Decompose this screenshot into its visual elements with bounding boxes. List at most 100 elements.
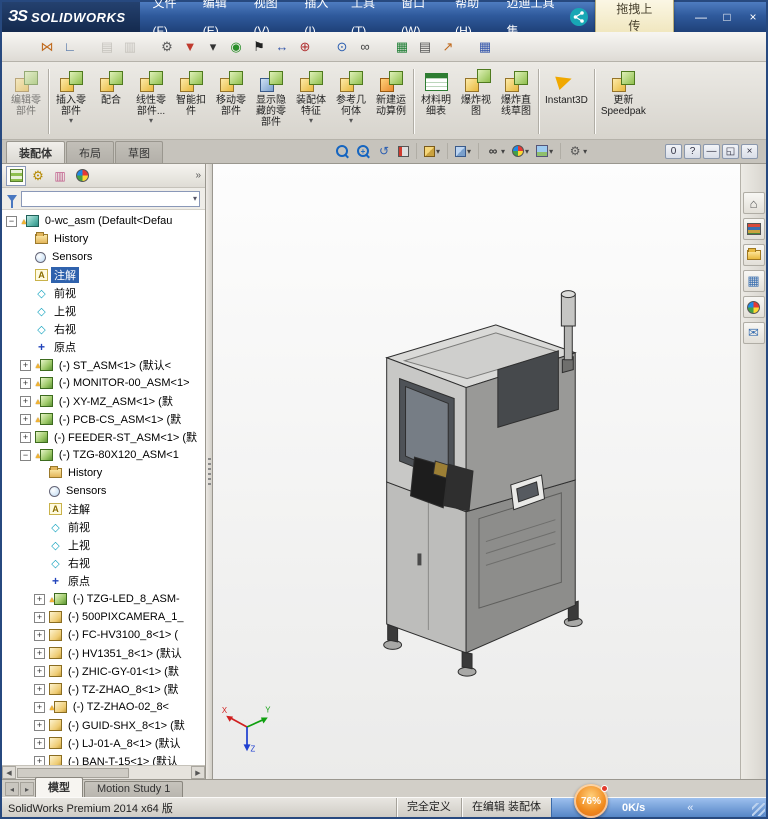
panel-header-more-chevron[interactable]: » <box>195 170 201 181</box>
display-style-icon[interactable]: ▾ <box>452 141 474 161</box>
tree-item[interactable]: + (-) GUID-SHX_8<1> (默 <box>2 716 205 734</box>
panel-splitter[interactable] <box>206 164 213 779</box>
custom-properties-icon[interactable]: ✉ <box>742 322 765 344</box>
tree-expand-toggle[interactable]: + <box>34 719 45 731</box>
view-palette-icon[interactable]: ▦ <box>742 270 765 292</box>
tree-item[interactable]: ◇ 上视 <box>2 302 205 320</box>
appearances-icon[interactable] <box>742 296 765 318</box>
tree-item[interactable]: A 注解 <box>2 500 205 518</box>
move-component-button[interactable]: 移动零 部件 <box>211 64 251 139</box>
minimize-button[interactable]: — <box>688 6 714 28</box>
tab-scroll-left-icon[interactable]: ◂ <box>5 782 19 796</box>
tree-expand-toggle[interactable]: + <box>34 737 45 749</box>
mate-button[interactable]: 配合 <box>91 64 131 139</box>
featuremanager-tab-icon[interactable] <box>6 165 26 186</box>
tree-item-label[interactable]: Sensors <box>63 485 109 497</box>
file-explorer-icon[interactable] <box>742 244 765 266</box>
collapse-chevron-icon[interactable]: « <box>687 802 693 814</box>
propertymanager-tab-icon[interactable]: ⚙ <box>28 166 48 186</box>
doc-button-help[interactable]: ? <box>684 144 701 159</box>
scrollbar-thumb[interactable] <box>17 767 129 778</box>
smart-fasteners-button[interactable]: 智能扣 件 <box>171 64 211 139</box>
new-motion-study-button[interactable]: 新建运 动算例 <box>371 64 411 139</box>
tree-item-label[interactable]: (-) PCB-CS_ASM<1> (默 <box>56 411 184 427</box>
tree-item[interactable]: + (-) 500PIXCAMERA_1_ <box>2 608 205 626</box>
tree-item[interactable]: − ▲ 0-wc_asm (Default<Defau <box>2 212 205 230</box>
tree-item[interactable]: + ▲ (-) TZG-LED_8_ASM- <box>2 590 205 608</box>
scroll-left-arrow-icon[interactable]: ◀ <box>2 766 16 779</box>
tree-item[interactable]: + ▲ (-) ST_ASM<1> (默认< <box>2 356 205 374</box>
tree-item[interactable]: + (-) FC-HV3100_8<1> ( <box>2 626 205 644</box>
tab-assembly[interactable]: 装配体 <box>6 141 65 163</box>
tree-item-label[interactable]: 上视 <box>51 303 79 319</box>
tree-expand-toggle[interactable]: + <box>34 665 45 677</box>
doc-minimize-button[interactable]: — <box>703 144 720 159</box>
tree-item-label[interactable]: (-) ST_ASM<1> (默认< <box>56 357 174 373</box>
view-orientation-icon[interactable]: ▾ <box>421 141 443 161</box>
hide-show-items-icon[interactable]: ∞ ▾ <box>483 141 508 161</box>
tree-item[interactable]: ◇ 右视 <box>2 320 205 338</box>
status-edit-state[interactable]: 在编辑 装配体 <box>460 798 551 817</box>
scroll-right-arrow-icon[interactable]: ▶ <box>191 766 205 779</box>
tree-item[interactable]: + ▲ (-) XY-MZ_ASM<1> (默 <box>2 392 205 410</box>
tree-item-label[interactable]: (-) XY-MZ_ASM<1> (默 <box>56 393 176 409</box>
tree-item[interactable]: + ▲ (-) MONITOR-00_ASM<1> <box>2 374 205 392</box>
explode-line-sketch-button[interactable]: 爆炸直 线草图 <box>496 64 536 139</box>
tree-item[interactable]: History <box>2 230 205 248</box>
close-button[interactable]: × <box>740 6 766 28</box>
tree-item-label[interactable]: 前视 <box>51 285 79 301</box>
tree-item-label[interactable]: (-) FEEDER-ST_ASM<1> (默 <box>51 429 200 445</box>
tree-item-label[interactable]: (-) HV1351_8<1> (默认 <box>65 645 185 661</box>
zoom-area-icon[interactable]: + <box>353 141 373 161</box>
tab-sketch[interactable]: 草图 <box>115 141 163 163</box>
filter-icon[interactable]: ▼ <box>179 36 201 58</box>
tree-item[interactable]: − ▲ (-) TZG-80X120_ASM<1 <box>2 446 205 464</box>
tree-item-label[interactable]: (-) 500PIXCAMERA_1_ <box>65 611 187 623</box>
measure-icon[interactable]: ↔ <box>271 36 293 58</box>
tree-item-label[interactable]: (-) BAN-T-15<1> (默认 <box>65 753 181 765</box>
tree-item[interactable]: A 注解 <box>2 266 205 284</box>
tree-item-label[interactable]: 原点 <box>51 339 79 355</box>
filter-dropdown-arrow-icon[interactable]: ▾ <box>193 194 197 203</box>
tree-expand-toggle[interactable]: + <box>20 413 31 425</box>
tree-item[interactable]: + 原点 <box>2 572 205 590</box>
tree-item-label[interactable]: (-) TZG-LED_8_ASM- <box>70 593 183 605</box>
tree-item-label[interactable]: (-) FC-HV3100_8<1> ( <box>65 629 181 641</box>
tree-item[interactable]: Sensors <box>2 248 205 266</box>
tree-item[interactable]: ◇ 上视 <box>2 536 205 554</box>
tab-model[interactable]: 模型 <box>35 777 83 797</box>
tree-item-label[interactable]: 上视 <box>65 537 93 553</box>
tree-expand-toggle[interactable]: + <box>34 683 45 695</box>
tree-item[interactable]: ◇ 前视 <box>2 518 205 536</box>
tree-item[interactable]: + (-) HV1351_8<1> (默认 <box>2 644 205 662</box>
sketch-corner-icon[interactable]: ∟ <box>59 36 81 58</box>
tree-item-label[interactable]: Sensors <box>49 251 95 263</box>
design-library-icon[interactable] <box>742 218 765 240</box>
tree-item-label[interactable]: (-) MONITOR-00_ASM<1> <box>56 377 193 389</box>
resize-grip[interactable] <box>752 803 765 816</box>
tree-expand-toggle[interactable]: − <box>20 449 31 461</box>
tree-item[interactable]: + (-) ZHIC-GY-01<1> (默 <box>2 662 205 680</box>
resources-home-icon[interactable]: ⌂ <box>742 192 765 214</box>
section-view-icon[interactable] <box>395 141 412 161</box>
tree-item-label[interactable]: 0-wc_asm (Default<Defau <box>42 215 175 227</box>
tree-item[interactable]: + (-) LJ-01-A_8<1> (默认 <box>2 734 205 752</box>
design-checker-icon[interactable]: ▦ <box>474 36 496 58</box>
reference-geometry-button[interactable]: 参考几 何体 ▾ <box>331 64 371 139</box>
tree-item-label[interactable]: History <box>65 467 105 479</box>
instant3d-button[interactable]: Instant3D <box>541 64 592 139</box>
tree-expand-toggle[interactable]: + <box>34 629 45 641</box>
tree-expand-toggle[interactable]: + <box>34 701 45 713</box>
tree-item-label[interactable]: 注解 <box>51 267 79 283</box>
flag-icon[interactable]: ⚑ <box>248 36 270 58</box>
options-gear-icon[interactable]: ⚙ <box>156 36 178 58</box>
edit-appearance-icon[interactable]: ▾ <box>509 141 532 161</box>
tree-item-label[interactable]: (-) GUID-SHX_8<1> (默 <box>65 717 188 733</box>
displaymanager-tab-icon[interactable] <box>72 166 92 186</box>
assembly-features-button[interactable]: 装配体 特征 ▾ <box>291 64 331 139</box>
tree-expand-toggle[interactable]: + <box>34 611 45 623</box>
tree-item-label[interactable]: (-) LJ-01-A_8<1> (默认 <box>65 735 183 751</box>
update-speedpak-button[interactable]: 更新 Speedpak <box>597 64 650 139</box>
tree-expand-toggle[interactable]: + <box>20 395 31 407</box>
tree-item[interactable]: + (-) BAN-T-15<1> (默认 <box>2 752 205 765</box>
